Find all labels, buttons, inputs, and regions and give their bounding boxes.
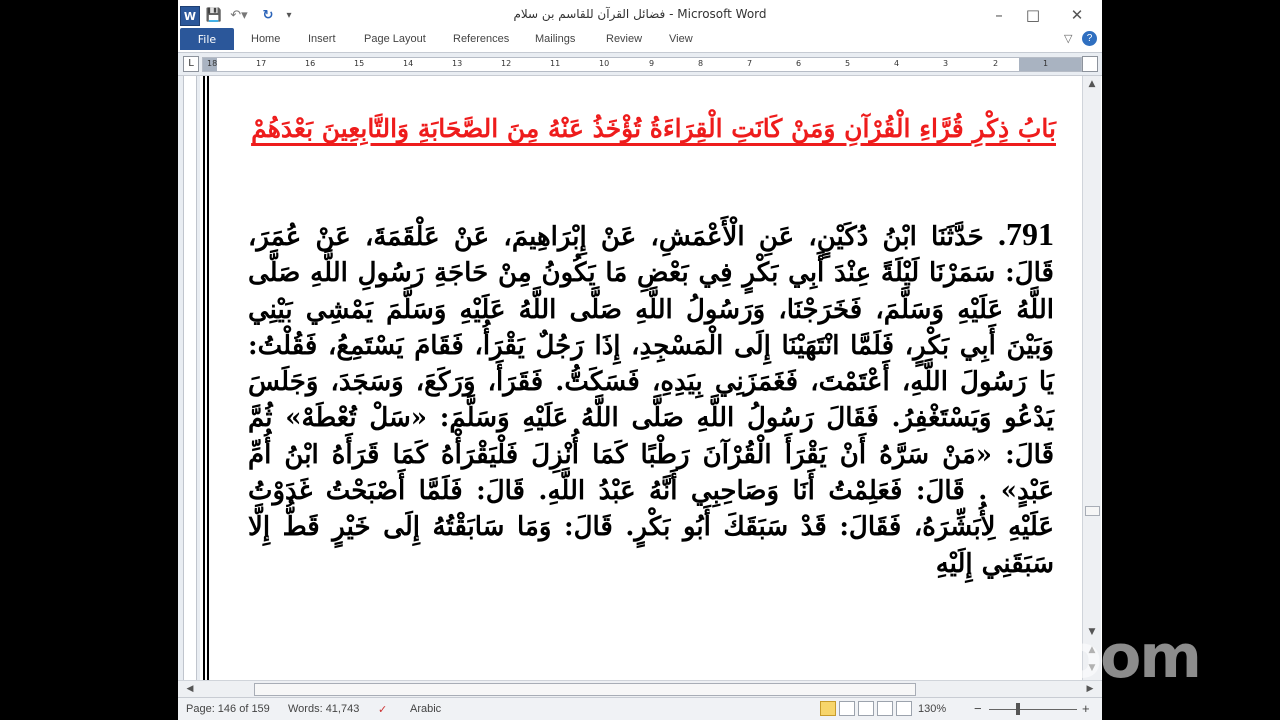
ruler-number: 4	[894, 59, 900, 68]
tab-references[interactable]: References	[453, 33, 509, 45]
word-window: W 💾 ↶▾ ↻ ▾ فضائل القرآن للقاسم بن سلام -…	[178, 0, 1102, 720]
maximize-button[interactable]: □	[1018, 4, 1048, 26]
window-title: فضائل القرآن للقاسم بن سلام - Microsoft …	[513, 7, 767, 21]
zoom-level[interactable]: 130%	[918, 703, 946, 715]
hadith-text: حَدَّثَنَا ابْنُ دُكَيْنٍ، عَنِ الْأَعْم…	[248, 222, 1055, 579]
scroll-left-icon[interactable]: ◀	[182, 681, 198, 697]
tab-page-layout[interactable]: Page Layout	[364, 33, 426, 45]
word-count[interactable]: Words: 41,743	[288, 703, 359, 715]
minimize-button[interactable]: –	[984, 4, 1014, 26]
zoom-in-button[interactable]: +	[1082, 701, 1090, 716]
ruler-number: 1	[1043, 59, 1049, 68]
view-ruler-button[interactable]	[1082, 56, 1098, 72]
ruler-number: 12	[501, 59, 512, 68]
ruler-number: 9	[649, 59, 655, 68]
web-layout-icon[interactable]	[858, 701, 874, 716]
draft-view-icon[interactable]	[896, 701, 912, 716]
help-icon[interactable]: ?	[1082, 31, 1097, 46]
zoom-slider-knob[interactable]	[1016, 703, 1020, 715]
page-border-line	[203, 76, 209, 680]
outline-view-icon[interactable]	[877, 701, 893, 716]
ruler-number: 5	[845, 59, 851, 68]
chapter-heading: بَابُ ذِكْرِ قُرَّاءِ الْقُرْآنِ وَمَنْ …	[251, 114, 1056, 143]
ribbon-tabs: File Home Insert Page Layout References …	[178, 28, 1102, 53]
ruler-number: 17	[256, 59, 267, 68]
tab-mailings[interactable]: Mailings	[535, 33, 575, 45]
ruler-number: 14	[403, 59, 414, 68]
ruler-right-margin	[1019, 58, 1081, 71]
zoom-slider-track[interactable]	[989, 709, 1077, 710]
tab-insert[interactable]: Insert	[308, 33, 336, 45]
close-button[interactable]: ✕	[1062, 4, 1092, 26]
print-layout-view-icon[interactable]	[820, 701, 836, 716]
ruler-number: 10	[599, 59, 610, 68]
vertical-ruler	[178, 76, 200, 680]
ruler-number: 2	[993, 59, 999, 68]
tab-home[interactable]: Home	[251, 33, 280, 45]
ruler-number: 7	[747, 59, 753, 68]
page-count[interactable]: Page: 146 of 159	[186, 703, 270, 715]
horizontal-scroll-thumb[interactable]	[254, 683, 916, 696]
hadith-number: 791.	[998, 216, 1054, 252]
zoom-watermark-logo: zoom	[1028, 622, 1202, 692]
ruler-number: 16	[305, 59, 316, 68]
status-bar: Page: 146 of 159 Words: 41,743 ✓ Arabic …	[178, 697, 1102, 720]
hadith-paragraph: 791. حَدَّثَنَا ابْنُ دُكَيْنٍ، عَنِ الْ…	[248, 216, 1054, 582]
ruler-number: 18	[207, 59, 218, 68]
ruler-number: 13	[452, 59, 463, 68]
vertical-scrollbar[interactable]: ▲ ▼ ▲ ▼	[1082, 76, 1101, 680]
ruler-number: 15	[354, 59, 365, 68]
vertical-scroll-thumb[interactable]	[1085, 506, 1100, 516]
tab-view[interactable]: View	[669, 33, 693, 45]
zoom-out-button[interactable]: −	[974, 701, 982, 716]
horizontal-ruler[interactable]: 18 17 16 15 14 13 12 11 10 9 8 7 6 5 4 3…	[202, 57, 1082, 72]
ruler-number: 3	[943, 59, 949, 68]
language-indicator[interactable]: Arabic	[410, 703, 441, 715]
ribbon-minimize-icon[interactable]: ▽	[1064, 32, 1072, 45]
horizontal-scrollbar[interactable]: ◀ ▶	[178, 680, 1102, 698]
ruler-number: 6	[796, 59, 802, 68]
scroll-up-icon[interactable]: ▲	[1084, 76, 1100, 92]
ruler-number: 8	[698, 59, 704, 68]
horizontal-ruler-row: L 18 17 16 15 14 13 12 11 10 9 8 7 6 5 4…	[178, 53, 1102, 76]
tab-selector[interactable]: L	[183, 56, 199, 72]
tab-review[interactable]: Review	[606, 33, 642, 45]
title-bar: W 💾 ↶▾ ↻ ▾ فضائل القرآن للقاسم بن سلام -…	[178, 0, 1102, 30]
document-page[interactable]: بَابُ ذِكْرِ قُرَّاءِ الْقُرْآنِ وَمَنْ …	[200, 76, 1080, 680]
vertical-ruler-strip	[183, 76, 197, 680]
tab-file[interactable]: File	[180, 28, 234, 50]
ruler-number: 11	[550, 59, 561, 68]
full-screen-reading-icon[interactable]	[839, 701, 855, 716]
proofing-icon[interactable]: ✓	[378, 703, 387, 716]
